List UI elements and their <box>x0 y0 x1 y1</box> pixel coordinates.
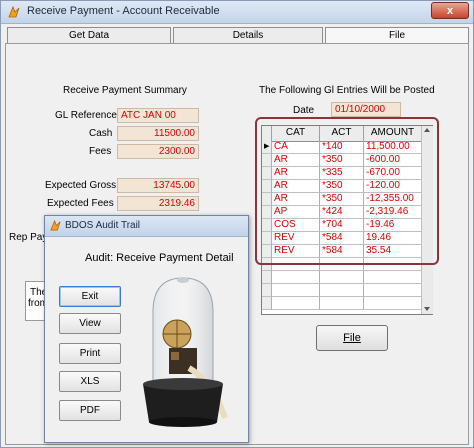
empty-cell <box>364 271 422 284</box>
cash-field[interactable]: 11500.00 <box>117 126 199 141</box>
pdf-button[interactable]: PDF <box>59 400 121 421</box>
cash-label: Cash <box>89 128 113 139</box>
xls-button-label: XLS <box>80 376 100 387</box>
print-button-label: Print <box>79 348 101 359</box>
expected-fees-field[interactable]: 2319.46 <box>117 196 199 211</box>
empty-cell <box>320 297 364 310</box>
bell-jar-ticker-illustration <box>143 277 228 427</box>
tab-label: Details <box>232 30 264 41</box>
date-field[interactable]: 01/10/2000 <box>331 102 401 117</box>
tab-file[interactable]: File <box>325 27 469 43</box>
expected-fees-label: Expected Fees <box>47 198 114 209</box>
rep-pay-label: Rep Pay <box>9 232 48 243</box>
empty-table-row <box>262 297 422 310</box>
empty-cell <box>272 284 320 297</box>
view-button-label: View <box>79 318 101 329</box>
tab-label: File <box>388 30 406 41</box>
scroll-down-icon[interactable] <box>424 307 430 311</box>
xls-button[interactable]: XLS <box>59 371 121 392</box>
close-button[interactable]: x <box>431 2 469 19</box>
view-button[interactable]: View <box>59 313 121 334</box>
tab-details[interactable]: Details <box>173 27 323 43</box>
gl-entries-highlight-callout <box>255 117 439 265</box>
date-label: Date <box>293 105 315 116</box>
window-title: Receive Payment - Account Receivable <box>27 5 220 17</box>
file-button[interactable]: File <box>316 325 388 351</box>
empty-cell <box>262 297 272 310</box>
pdf-button-label: PDF <box>80 405 100 416</box>
dialog-subtitle: Audit: Receive Payment Detail <box>85 252 234 264</box>
tab-label: Get Data <box>68 30 110 41</box>
empty-cell <box>320 271 364 284</box>
empty-table-row <box>262 271 422 284</box>
print-button[interactable]: Print <box>59 343 121 364</box>
bdos-app-icon <box>50 219 61 231</box>
empty-cell <box>272 271 320 284</box>
gl-heading: The Following Gl Entries Will be Posted <box>259 85 435 96</box>
expected-gross-field[interactable]: 13745.00 <box>117 178 199 193</box>
gl-reference-label: GL Reference <box>55 110 117 121</box>
fees-field[interactable]: 2300.00 <box>117 144 199 159</box>
expected-gross-label: Expected Gross <box>45 180 117 191</box>
fees-label: Fees <box>89 146 112 157</box>
empty-cell <box>262 284 272 297</box>
empty-cell <box>272 297 320 310</box>
empty-cell <box>364 297 422 310</box>
empty-table-row <box>262 284 422 297</box>
window-titlebar[interactable]: Receive Payment - Account Receivable x <box>1 1 473 24</box>
dialog-titlebar[interactable]: BDOS Audit Trail <box>45 216 248 237</box>
empty-cell <box>262 271 272 284</box>
bdos-app-icon <box>8 5 20 18</box>
file-button-label: File <box>343 332 361 344</box>
close-icon: x <box>446 5 454 17</box>
exit-button[interactable]: Exit <box>59 286 121 307</box>
summary-heading: Receive Payment Summary <box>63 85 187 96</box>
audit-trail-dialog: BDOS Audit Trail Audit: Receive Payment … <box>44 215 249 443</box>
empty-cell <box>364 284 422 297</box>
empty-cell <box>320 284 364 297</box>
gl-reference-field[interactable]: ATC JAN 00 <box>117 108 199 123</box>
exit-button-label: Exit <box>81 291 99 302</box>
tab-get-data[interactable]: Get Data <box>7 27 171 43</box>
dialog-title: BDOS Audit Trail <box>65 220 141 231</box>
